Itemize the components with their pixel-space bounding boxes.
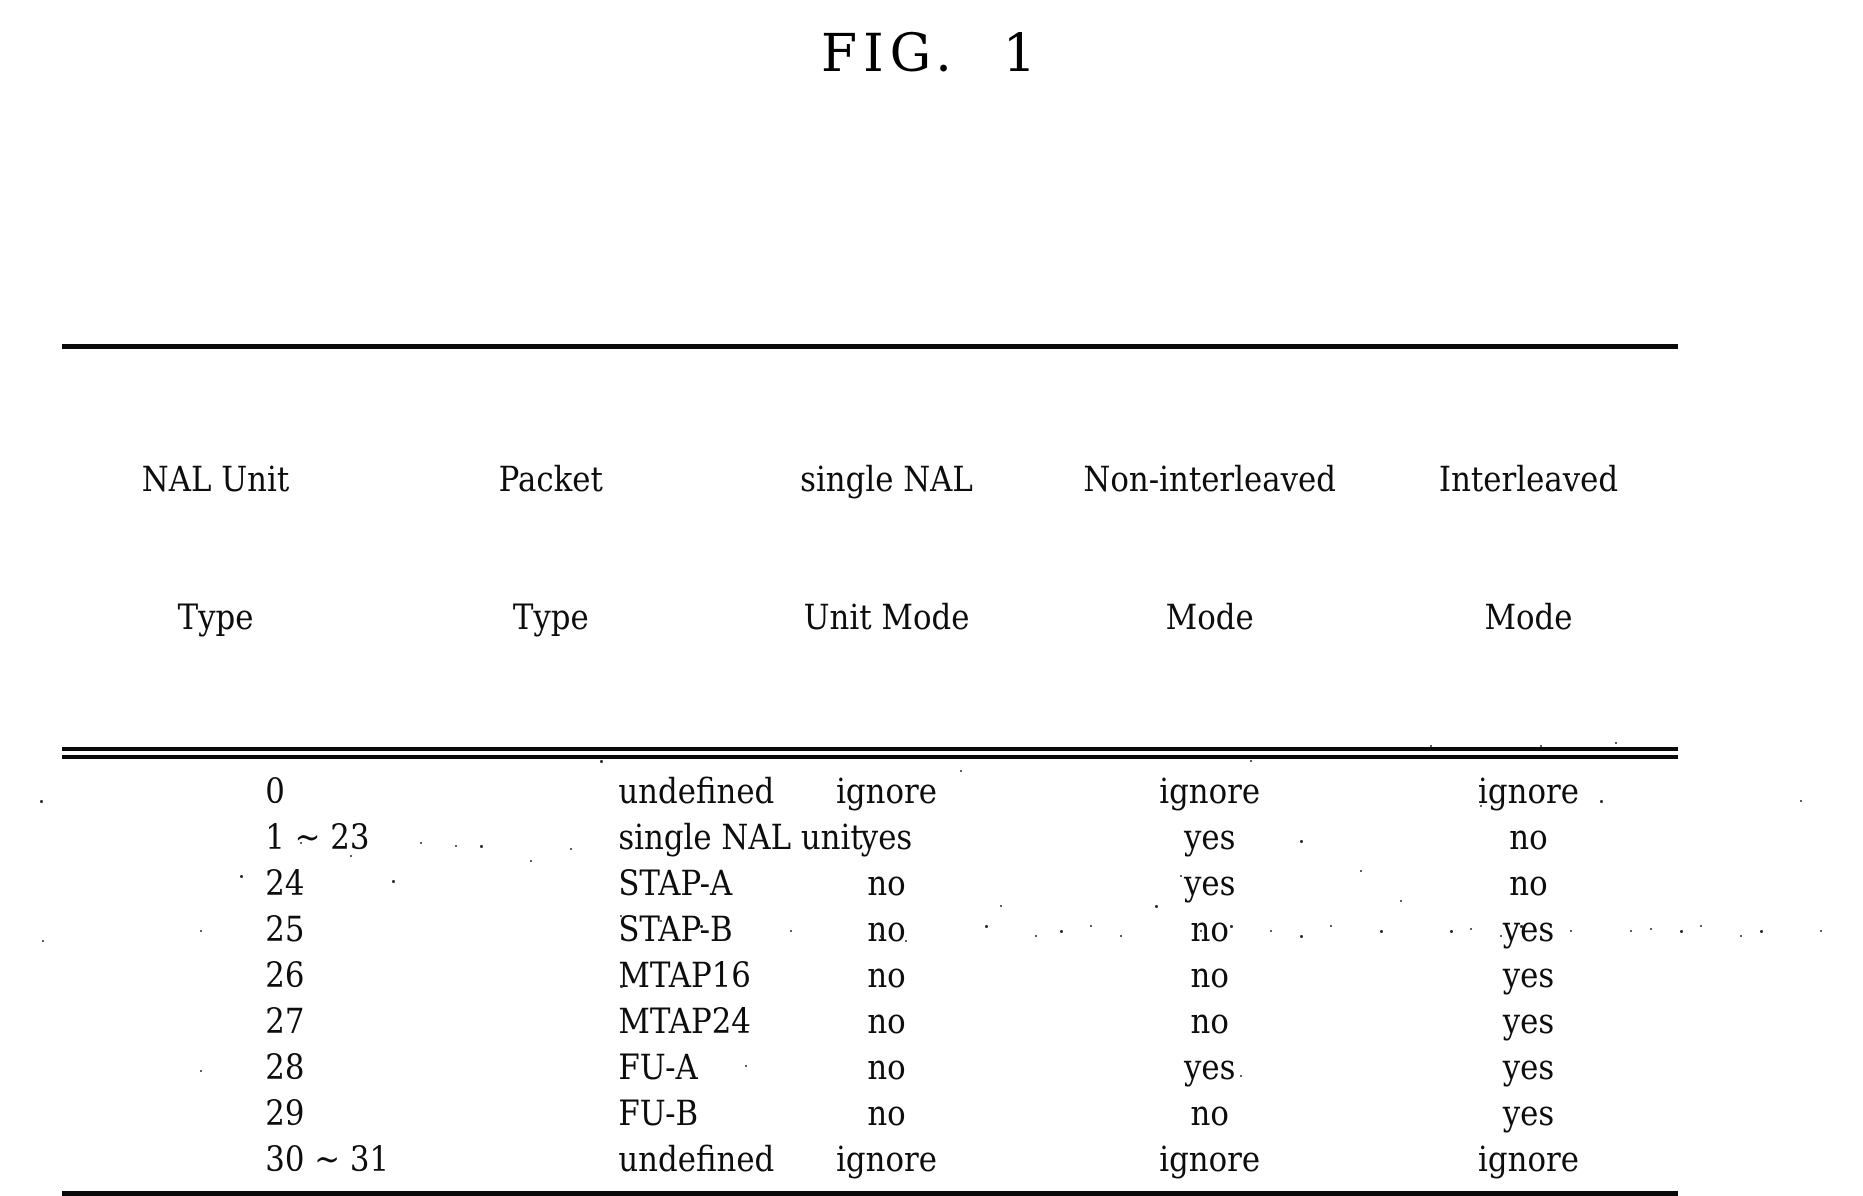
cell-non-interleaved: yes bbox=[1183, 864, 1236, 904]
cell-interleaved: ignore bbox=[1478, 1140, 1579, 1180]
column-header-non-interleaved-mode: Non-interleaved Mode bbox=[1060, 349, 1359, 747]
cell-nal-unit-type: 0 bbox=[265, 772, 285, 812]
table-bottom-rule bbox=[62, 1191, 1678, 1196]
cell-non-interleaved: ignore bbox=[1158, 1140, 1260, 1180]
cell-non-interleaved: yes bbox=[1183, 818, 1236, 858]
cell-single-nal-mode: no bbox=[866, 864, 906, 904]
cell-nal-unit-type: 28 bbox=[265, 1048, 305, 1088]
column-header-line1: single NAL bbox=[799, 460, 973, 500]
cell-interleaved: yes bbox=[1502, 1094, 1555, 1134]
column-header-line2: Mode bbox=[1165, 598, 1254, 638]
table-row: 24 STAP-A no yes no bbox=[62, 861, 1678, 907]
table-row: 0 undefined ignore ignore ignore bbox=[62, 759, 1678, 815]
cell-nal-unit-type: 30 ~ 31 bbox=[265, 1140, 390, 1180]
cell-non-interleaved: no bbox=[1190, 1094, 1229, 1134]
scan-speck bbox=[1700, 925, 1702, 927]
table-row: 29 FU-B no no yes bbox=[62, 1091, 1678, 1137]
cell-single-nal-mode: no bbox=[866, 1002, 906, 1042]
cell-packet-type: FU-A bbox=[618, 1048, 698, 1088]
scan-speck bbox=[1820, 930, 1822, 932]
table-row: 1 ~ 23 single NAL unit yes yes no bbox=[62, 815, 1678, 861]
scan-speck bbox=[1760, 930, 1763, 933]
scan-speck bbox=[40, 800, 43, 803]
column-header-line1: NAL Unit bbox=[141, 460, 290, 500]
scan-speck bbox=[1800, 800, 1802, 802]
cell-nal-unit-type: 1 ~ 23 bbox=[265, 818, 370, 858]
cell-single-nal-mode: no bbox=[866, 956, 906, 996]
scan-speck bbox=[1740, 935, 1742, 937]
cell-single-nal-mode: yes bbox=[860, 818, 912, 858]
cell-interleaved: yes bbox=[1502, 910, 1555, 950]
column-header-line2: Mode bbox=[1484, 598, 1573, 638]
cell-single-nal-mode: no bbox=[866, 910, 906, 950]
cell-interleaved: yes bbox=[1502, 1048, 1555, 1088]
column-header-line1: Non-interleaved bbox=[1083, 460, 1336, 500]
column-header-single-nal-unit-mode: single NAL Unit Mode bbox=[751, 349, 1021, 747]
cell-nal-unit-type: 25 bbox=[265, 910, 305, 950]
page-title: FIG. 1 bbox=[821, 24, 1042, 84]
cell-packet-type: undefined bbox=[618, 772, 775, 812]
cell-nal-unit-type: 29 bbox=[265, 1094, 305, 1134]
table-header-row: NAL Unit Type Packet Type single NAL Uni… bbox=[62, 349, 1678, 747]
column-header-line2: Type bbox=[512, 598, 589, 638]
cell-interleaved: yes bbox=[1502, 1002, 1555, 1042]
column-header-line2: Type bbox=[177, 598, 254, 638]
cell-nal-unit-type: 27 bbox=[265, 1002, 305, 1042]
cell-single-nal-mode: ignore bbox=[835, 772, 937, 812]
cell-non-interleaved: no bbox=[1190, 1002, 1229, 1042]
cell-single-nal-mode: no bbox=[866, 1094, 906, 1134]
cell-single-nal-mode: ignore bbox=[835, 1140, 937, 1180]
cell-packet-type: STAP-A bbox=[618, 864, 733, 904]
cell-non-interleaved: ignore bbox=[1158, 772, 1260, 812]
cell-interleaved: yes bbox=[1502, 956, 1555, 996]
cell-interleaved: no bbox=[1509, 818, 1548, 858]
table-row: 30 ~ 31 undefined ignore ignore ignore bbox=[62, 1137, 1678, 1191]
scan-speck bbox=[1680, 930, 1683, 933]
table-row: 25 STAP-B no no yes bbox=[62, 907, 1678, 953]
table-row: 28 FU-A no yes yes bbox=[62, 1045, 1678, 1091]
cell-nal-unit-type: 24 bbox=[265, 864, 305, 904]
cell-packet-type: MTAP24 bbox=[618, 1002, 751, 1042]
cell-non-interleaved: no bbox=[1190, 910, 1229, 950]
cell-packet-type: FU-B bbox=[618, 1094, 699, 1134]
column-header-interleaved-mode: Interleaved Mode bbox=[1397, 349, 1660, 747]
table-row: 27 MTAP24 no no yes bbox=[62, 999, 1678, 1045]
cell-non-interleaved: no bbox=[1190, 956, 1229, 996]
cell-interleaved: ignore bbox=[1478, 772, 1579, 812]
cell-interleaved: no bbox=[1509, 864, 1548, 904]
cell-single-nal-mode: no bbox=[866, 1048, 906, 1088]
column-header-line1: Interleaved bbox=[1438, 460, 1619, 500]
column-header-nal-unit-type: NAL Unit Type bbox=[80, 349, 350, 747]
cell-packet-type: STAP-B bbox=[618, 910, 733, 950]
table-header-section: NAL Unit Type Packet Type single NAL Uni… bbox=[62, 349, 1678, 747]
column-header-line2: Unit Mode bbox=[803, 598, 970, 638]
cell-nal-unit-type: 26 bbox=[265, 956, 305, 996]
table-body-section: 0 undefined ignore ignore ignore 1 ~ 23 single… bbox=[62, 759, 1678, 1191]
cell-packet-type: MTAP16 bbox=[618, 956, 751, 996]
scan-speck bbox=[42, 940, 44, 942]
nal-unit-type-table: NAL Unit Type Packet Type single NAL Uni… bbox=[62, 344, 1678, 1196]
column-header-line1: Packet bbox=[498, 460, 603, 500]
table-row: 26 MTAP16 no no yes bbox=[62, 953, 1678, 999]
cell-non-interleaved: yes bbox=[1183, 1048, 1236, 1088]
column-header-packet-type: Packet Type bbox=[391, 349, 711, 747]
cell-packet-type: single NAL unit bbox=[618, 818, 863, 858]
cell-packet-type: undefined bbox=[618, 1140, 775, 1180]
